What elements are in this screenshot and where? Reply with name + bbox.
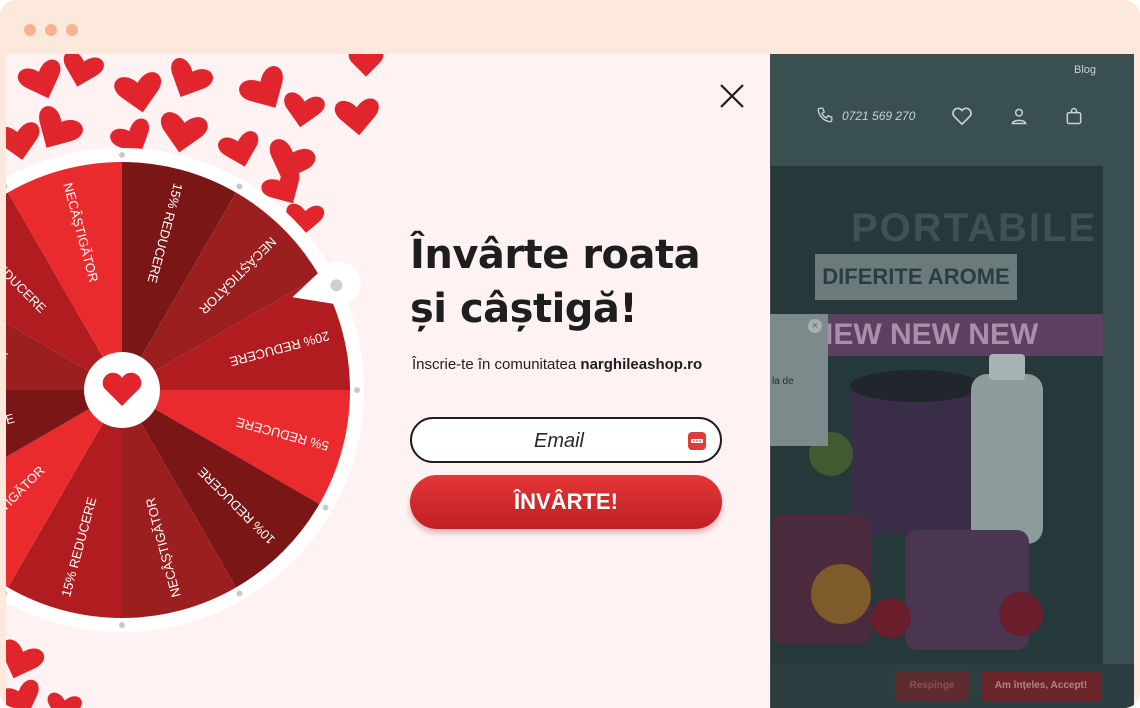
phone-icon[interactable]: [816, 106, 834, 129]
popup-title: Învârte roata și câștigă!: [410, 228, 750, 336]
subtitle-brand: narghileashop.ro: [580, 356, 703, 373]
close-icon[interactable]: [716, 80, 748, 112]
browser-window: Blog 0721 569 270 PORTABILE DIFERITE ARO…: [0, 0, 1140, 708]
prize-wheel[interactable]: 15% REDUCERE NECÂȘTIGĂTOR20% REDUCERE5% R…: [6, 140, 364, 640]
notification-popup: × la de: [770, 314, 828, 446]
popup-subtitle: Înscrie-te în comunitatea narghileashop.…: [412, 356, 702, 373]
wheel-peg: [322, 504, 329, 511]
password-manager-icon[interactable]: [688, 432, 706, 455]
cart-icon[interactable]: [1064, 106, 1084, 131]
wheel-peg: [119, 622, 125, 628]
email-input[interactable]: [432, 419, 686, 463]
popup-title-line1: Învârte roata: [410, 232, 701, 278]
email-field-wrapper: [410, 417, 722, 463]
banner-arome-label: DIFERITE AROME: [815, 254, 1017, 300]
popup-title-line2: și câștigă!: [410, 286, 638, 332]
browser-toolbar: [0, 0, 1140, 54]
notification-close-icon[interactable]: ×: [808, 319, 822, 333]
window-dot-close[interactable]: [24, 24, 36, 36]
window-dot-maximize[interactable]: [66, 24, 78, 36]
window-dot-minimize[interactable]: [45, 24, 57, 36]
heart-icon[interactable]: [951, 106, 973, 131]
wheel-peg: [354, 387, 360, 393]
cookie-accept-button[interactable]: Am înțeles, Accept!: [981, 671, 1101, 701]
notification-text: la de: [772, 376, 794, 387]
spin-button[interactable]: ÎNVÂRTE!: [410, 475, 722, 529]
wheel-peg: [236, 590, 243, 597]
wheel-pointer-dot: [330, 279, 343, 292]
blog-link[interactable]: Blog: [1074, 64, 1096, 76]
wheel-peg: [236, 183, 243, 190]
spin-wheel-popup: 15% REDUCERE NECÂȘTIGĂTOR 20% REDUCERE 5% R…: [6, 54, 770, 708]
account-icon[interactable]: [1009, 106, 1029, 131]
page-viewport: Blog 0721 569 270 PORTABILE DIFERITE ARO…: [6, 54, 1134, 708]
banner-heading: PORTABILE: [851, 206, 1098, 250]
cookie-reject-button[interactable]: Respinge: [895, 671, 969, 701]
wheel-peg: [119, 152, 125, 158]
subtitle-prefix: Înscrie-te în comunitatea: [412, 356, 577, 373]
phone-number[interactable]: 0721 569 270: [842, 109, 915, 123]
